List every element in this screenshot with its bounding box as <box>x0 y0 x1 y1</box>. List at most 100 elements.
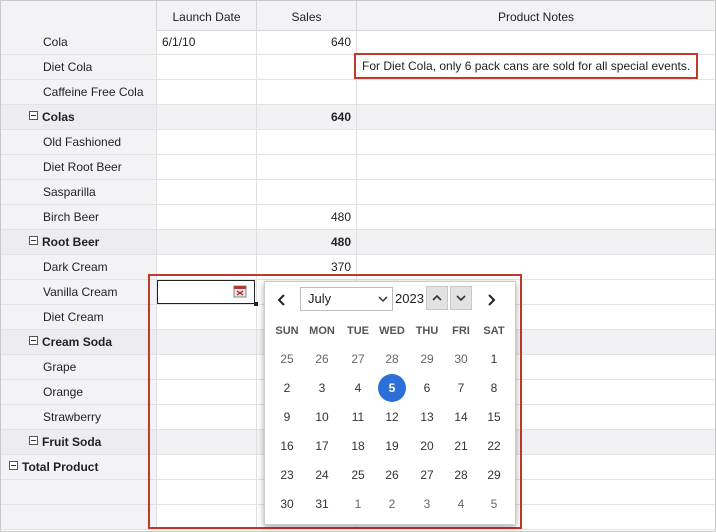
cell-notes[interactable] <box>356 180 715 204</box>
row-label-group[interactable]: Cream Soda <box>1 330 156 354</box>
chevron-left-icon[interactable] <box>272 290 292 310</box>
collapse-icon[interactable] <box>29 236 38 245</box>
cell-launch-date[interactable] <box>156 55 256 79</box>
calendar-day[interactable]: 25 <box>344 461 372 489</box>
product-note-highlight[interactable]: For Diet Cola, only 6 pack cans are sold… <box>354 53 698 79</box>
cell-notes[interactable] <box>356 30 715 54</box>
cell-notes[interactable] <box>356 130 715 154</box>
weekday-label: WED <box>379 325 405 337</box>
cell-sales[interactable]: 640 <box>256 105 356 129</box>
calendar-day[interactable]: 5 <box>480 490 508 518</box>
calendar-day[interactable]: 16 <box>273 432 301 460</box>
cell-launch-date[interactable] <box>156 180 256 204</box>
calendar-day[interactable]: 31 <box>308 490 336 518</box>
calendar-day[interactable]: 29 <box>413 345 441 373</box>
chevron-down-icon <box>378 288 388 318</box>
row-label-group[interactable]: Total Product <box>1 455 156 479</box>
row-label: Orange <box>1 380 156 404</box>
calendar-day[interactable]: 11 <box>344 403 372 431</box>
calendar-day[interactable]: 28 <box>447 461 475 489</box>
header-sales[interactable]: Sales <box>256 1 356 30</box>
row-label-group[interactable]: Root Beer <box>1 230 156 254</box>
cell-sales[interactable]: 480 <box>256 205 356 229</box>
calendar-icon[interactable] <box>233 284 247 298</box>
cell-launch-date[interactable] <box>156 155 256 179</box>
header-product-notes[interactable]: Product Notes <box>356 1 715 30</box>
calendar-day[interactable]: 27 <box>413 461 441 489</box>
table-row: Diet Root Beer <box>1 155 715 180</box>
cell-launch-date[interactable] <box>156 130 256 154</box>
calendar-day[interactable]: 12 <box>378 403 406 431</box>
cell-launch-date[interactable]: 6/1/10 <box>156 30 256 54</box>
calendar-day[interactable]: 24 <box>308 461 336 489</box>
collapse-icon[interactable] <box>29 111 38 120</box>
calendar-day[interactable]: 10 <box>308 403 336 431</box>
calendar-day[interactable]: 29 <box>480 461 508 489</box>
cell-notes[interactable] <box>356 155 715 179</box>
calendar-day[interactable]: 19 <box>378 432 406 460</box>
cell-sales[interactable]: 480 <box>256 230 356 254</box>
calendar-day[interactable]: 22 <box>480 432 508 460</box>
calendar-day[interactable]: 30 <box>273 490 301 518</box>
collapse-icon[interactable] <box>29 436 38 445</box>
year-down-button[interactable] <box>450 286 472 310</box>
calendar-day[interactable]: 25 <box>273 345 301 373</box>
cell-launch-date[interactable] <box>156 105 256 129</box>
row-label-group[interactable]: Fruit Soda <box>1 430 156 454</box>
calendar-day[interactable]: 9 <box>273 403 301 431</box>
cell-sales[interactable]: 640 <box>256 30 356 54</box>
calendar-day[interactable]: 27 <box>344 345 372 373</box>
cell-launch-date[interactable] <box>156 80 256 104</box>
cell-sales[interactable] <box>256 180 356 204</box>
group-label: Fruit Soda <box>42 435 102 449</box>
cell-notes[interactable] <box>356 205 715 229</box>
table-row-subtotal: Colas 640 <box>1 105 715 130</box>
header-launch-date[interactable]: Launch Date <box>156 1 256 30</box>
calendar-day[interactable]: 18 <box>344 432 372 460</box>
cell-sales[interactable] <box>256 80 356 104</box>
calendar-day[interactable]: 6 <box>413 374 441 402</box>
cell-launch-date[interactable] <box>156 205 256 229</box>
collapse-icon[interactable] <box>29 336 38 345</box>
calendar-day[interactable]: 2 <box>378 490 406 518</box>
calendar-day[interactable]: 1 <box>480 345 508 373</box>
calendar-day[interactable]: 1 <box>344 490 372 518</box>
chevron-down-icon <box>456 295 466 302</box>
calendar-day[interactable]: 23 <box>273 461 301 489</box>
row-label-group[interactable]: Colas <box>1 105 156 129</box>
calendar-day[interactable]: 4 <box>344 374 372 402</box>
chevron-right-icon[interactable] <box>481 290 501 310</box>
calendar-day[interactable]: 14 <box>447 403 475 431</box>
calendar-day[interactable]: 8 <box>480 374 508 402</box>
calendar-day[interactable]: 5 <box>378 374 406 402</box>
cell-notes[interactable] <box>356 230 715 254</box>
cell-notes[interactable] <box>356 105 715 129</box>
weekday-label: SAT <box>483 325 505 337</box>
calendar-day[interactable]: 30 <box>447 345 475 373</box>
cell-fill-handle[interactable] <box>254 302 258 306</box>
cell-sales[interactable] <box>256 55 356 79</box>
year-input[interactable]: 2023 <box>395 287 425 311</box>
year-up-button[interactable] <box>426 286 448 310</box>
calendar-day[interactable]: 17 <box>308 432 336 460</box>
table-row: Birch Beer 480 <box>1 205 715 230</box>
calendar-day[interactable]: 7 <box>447 374 475 402</box>
calendar-day[interactable]: 15 <box>480 403 508 431</box>
calendar-day[interactable]: 13 <box>413 403 441 431</box>
calendar-day[interactable]: 2 <box>273 374 301 402</box>
cell-sales[interactable] <box>256 130 356 154</box>
cell-sales[interactable] <box>256 155 356 179</box>
calendar-day[interactable]: 26 <box>308 345 336 373</box>
collapse-icon[interactable] <box>9 461 18 470</box>
cell-launch-date[interactable] <box>156 230 256 254</box>
calendar-day[interactable]: 28 <box>378 345 406 373</box>
calendar-day[interactable]: 4 <box>447 490 475 518</box>
calendar-day[interactable]: 20 <box>413 432 441 460</box>
calendar-day[interactable]: 26 <box>378 461 406 489</box>
calendar-day[interactable]: 3 <box>308 374 336 402</box>
month-select[interactable]: July <box>300 287 393 311</box>
cell-notes[interactable] <box>356 80 715 104</box>
calendar-day[interactable]: 3 <box>413 490 441 518</box>
calendar-day[interactable]: 21 <box>447 432 475 460</box>
row-label: Caffeine Free Cola <box>1 80 156 104</box>
